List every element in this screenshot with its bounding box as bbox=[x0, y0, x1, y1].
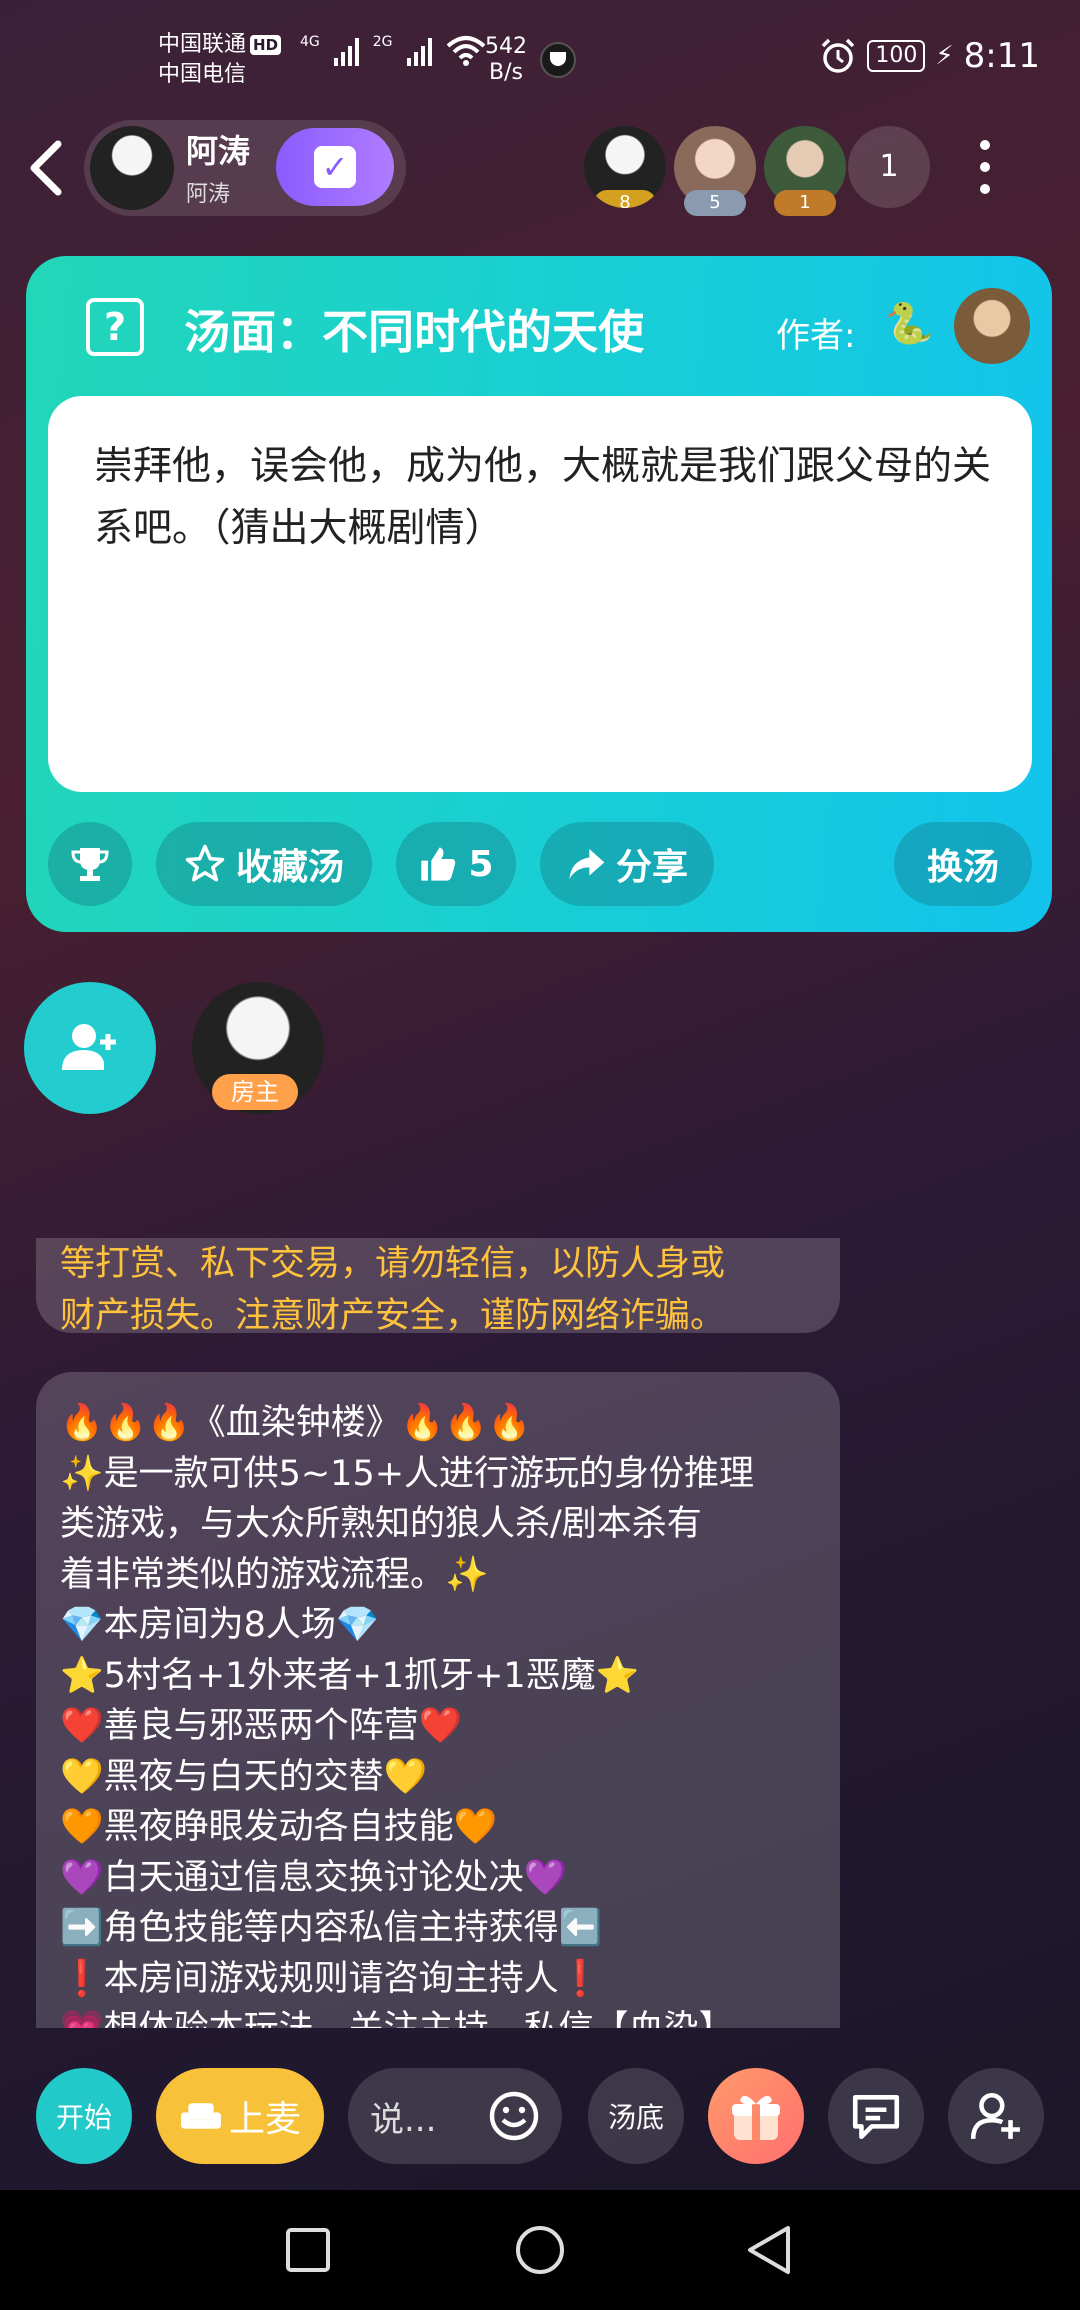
viewer-badge: 1 bbox=[774, 190, 836, 216]
author-avatar[interactable] bbox=[954, 288, 1030, 364]
share-label: 分享 bbox=[615, 847, 688, 888]
warning-line: 财产损失。注意财产安全，谨防网络诈骗。 bbox=[60, 1296, 726, 1336]
net-type-1: 4G bbox=[300, 34, 320, 50]
thumbs-up-icon bbox=[421, 847, 456, 881]
start-button[interactable]: 开始 bbox=[36, 2068, 132, 2164]
net-type-2: 2G bbox=[372, 34, 393, 50]
soup-bottom-label: 汤底 bbox=[607, 2101, 664, 2134]
viewer-badge: 5 bbox=[684, 190, 746, 216]
viewer-avatar[interactable]: 1 bbox=[764, 126, 846, 216]
like-count: 5 bbox=[468, 843, 494, 885]
charging-icon: ⚡ bbox=[935, 41, 954, 71]
favorite-button[interactable]: 收藏汤 bbox=[156, 822, 372, 906]
sofa-icon bbox=[180, 2103, 221, 2129]
chat-input[interactable]: 说... bbox=[348, 2068, 562, 2164]
soup-text: 崇拜他，误会他，成为他，大概就是我们跟父母的关系吧。（猜出大概剧情） bbox=[94, 444, 992, 551]
message-button[interactable] bbox=[828, 2068, 924, 2164]
back-nav-icon[interactable] bbox=[744, 2224, 796, 2276]
host-tag: 房主 bbox=[212, 1074, 298, 1110]
chat-area[interactable]: 等打赏、私下交易，请勿轻信，以防人身或 财产损失。注意财产安全，谨防网络诈骗。 … bbox=[0, 1238, 1080, 2028]
more-menu-icon[interactable] bbox=[980, 140, 992, 196]
intro-line: ❤️善良与邪恶两个阵营❤️ bbox=[60, 1706, 463, 1746]
soup-bottom-button[interactable]: 汤底 bbox=[588, 2068, 684, 2164]
warning-line: 等打赏、私下交易，请勿轻信，以防人身或 bbox=[60, 1244, 726, 1284]
host-name: 阿涛 bbox=[186, 132, 251, 170]
gift-icon bbox=[732, 2095, 780, 2140]
clock: 8:11 bbox=[963, 36, 1040, 76]
question-icon: ? bbox=[86, 298, 144, 356]
intro-line: 着非常类似的游戏流程。✨ bbox=[60, 1554, 489, 1595]
intro-line: 🧡黑夜睁眼发动各自技能🧡 bbox=[60, 1807, 498, 1847]
start-label: 开始 bbox=[55, 2101, 112, 2134]
intro-line: 类游戏，与大众所熟知的狼人杀/剧本杀有 bbox=[60, 1504, 702, 1544]
status-carrier: 中国联通 HD 中国电信 bbox=[158, 30, 282, 90]
intro-line: 💜白天通过信息交换讨论处决💜 bbox=[60, 1857, 568, 1898]
favorite-label: 收藏汤 bbox=[235, 847, 344, 888]
mic-up-button[interactable]: 上麦 bbox=[156, 2068, 324, 2164]
recents-icon[interactable] bbox=[284, 2226, 332, 2274]
intro-line: ✨是一款可供5~15+人进行游玩的身份推理 bbox=[60, 1453, 755, 1494]
emoji-icon[interactable] bbox=[488, 2090, 540, 2142]
intro-line: 💎本房间为8人场💎 bbox=[60, 1605, 380, 1645]
back-icon[interactable] bbox=[26, 140, 66, 196]
home-icon[interactable] bbox=[514, 2224, 566, 2276]
chat-input-placeholder: 说... bbox=[370, 2099, 437, 2140]
net-speed: 542 B/s bbox=[485, 34, 527, 86]
room-intro-message: 🔥🔥🔥《血染钟楼》🔥🔥🔥 ✨是一款可供5~15+人进行游玩的身份推理 类游戏，与… bbox=[36, 1372, 840, 2028]
author-label: 作者: bbox=[776, 316, 856, 356]
intro-line: ➡️角色技能等内容私信主持获得⬅️ bbox=[60, 1908, 603, 1948]
add-friend-button[interactable] bbox=[948, 2068, 1044, 2164]
wifi-icon bbox=[446, 36, 485, 66]
intro-line: 🔥🔥🔥《血染钟楼》🔥🔥🔥 bbox=[60, 1403, 532, 1443]
app-mask-icon bbox=[540, 42, 576, 78]
mic-up-label: 上麦 bbox=[228, 2099, 301, 2140]
host-avatar[interactable] bbox=[90, 126, 174, 210]
star-icon bbox=[185, 844, 225, 882]
intro-line: ⭐5村名+1外来者+1抓牙+1恶魔⭐ bbox=[60, 1655, 640, 1696]
add-user-icon bbox=[62, 1024, 116, 1070]
signal-icon bbox=[333, 36, 359, 66]
invite-seat-button[interactable] bbox=[24, 982, 156, 1114]
speed-value: 542 bbox=[485, 34, 527, 59]
battery-icon: 100 bbox=[867, 40, 926, 72]
intro-line: 💛黑夜与白天的交替💛 bbox=[60, 1756, 428, 1797]
like-button[interactable]: 5 bbox=[396, 822, 516, 906]
trophy-icon bbox=[71, 848, 109, 881]
intro-line: ❗本房间游戏规则请咨询主持人❗ bbox=[60, 1958, 603, 1999]
signal-icon bbox=[406, 36, 432, 66]
carrier-2: 中国电信 bbox=[158, 62, 247, 87]
change-soup-button[interactable]: 换汤 bbox=[894, 822, 1032, 906]
viewer-badge: 8 bbox=[594, 190, 656, 208]
system-warning-message: 等打赏、私下交易，请勿轻信，以防人身或 财产损失。注意财产安全，谨防网络诈骗。 bbox=[36, 1238, 840, 1336]
intro-line: 💗想体验本玩法，关注主持，私信【血染】 bbox=[60, 2004, 814, 2028]
follow-button[interactable]: ✓ bbox=[276, 128, 394, 206]
speed-unit: B/s bbox=[489, 60, 523, 85]
share-icon bbox=[569, 849, 605, 879]
change-label: 换汤 bbox=[926, 847, 999, 888]
share-button[interactable]: 分享 bbox=[540, 822, 714, 906]
viewer-avatar[interactable]: 8 bbox=[584, 126, 666, 208]
status-right: 100 ⚡ 8:11 bbox=[819, 36, 1040, 76]
viewer-avatar[interactable]: 5 bbox=[674, 126, 756, 216]
alarm-icon bbox=[822, 38, 855, 73]
author-emoji: 🐍 bbox=[884, 301, 934, 347]
hd-badge: HD bbox=[250, 35, 282, 55]
carrier-1: 中国联通 bbox=[158, 32, 247, 57]
add-user-icon bbox=[970, 2092, 1020, 2139]
host-subtitle: 阿涛 bbox=[186, 182, 231, 207]
chat-bubble-icon bbox=[852, 2095, 900, 2140]
soup-title: 汤面：不同时代的天使 bbox=[184, 305, 644, 359]
check-icon: ✓ bbox=[314, 146, 356, 188]
trophy-button[interactable] bbox=[48, 822, 132, 906]
gift-button[interactable] bbox=[708, 2068, 804, 2164]
viewer-count[interactable]: 1 bbox=[848, 126, 930, 208]
signal-icons: 4G 2G bbox=[300, 34, 486, 66]
